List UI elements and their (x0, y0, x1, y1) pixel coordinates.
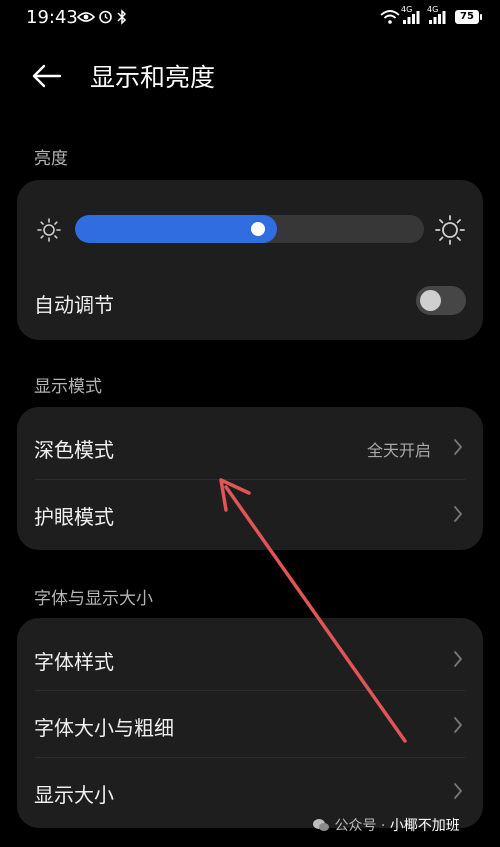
brightness-high-icon (435, 215, 465, 245)
brightness-slider-fill (75, 215, 277, 243)
dark-mode-label: 深色模式 (34, 438, 114, 462)
auto-brightness-label: 自动调节 (34, 293, 114, 317)
back-button[interactable] (30, 58, 70, 94)
wifi-icon (380, 10, 400, 24)
section-label-font-display: 字体与显示大小 (34, 589, 153, 609)
font-size-weight-row[interactable]: 字体大小与粗细 (17, 690, 483, 757)
chevron-right-icon (454, 506, 462, 522)
brightness-slider[interactable] (75, 215, 424, 243)
battery-icon: 75 (455, 10, 482, 24)
font-style-row[interactable]: 字体样式 (17, 618, 483, 690)
brightness-low-icon (37, 218, 61, 242)
eye-comfort-label: 护眼模式 (34, 505, 114, 529)
display-size-label: 显示大小 (34, 783, 114, 807)
status-time: 19:43 (26, 7, 78, 28)
font-size-weight-label: 字体大小与粗细 (34, 716, 174, 740)
signal-icon (429, 11, 446, 24)
watermark: 公众号 · 小椰不加班 (312, 815, 460, 835)
eye-comfort-row[interactable]: 护眼模式 (17, 479, 483, 550)
eye-icon (77, 12, 95, 22)
status-bar: 19:43 4G 4G 75 (0, 0, 500, 36)
section-label-brightness: 亮度 (34, 149, 68, 169)
chevron-right-icon (454, 717, 462, 733)
chevron-right-icon (454, 439, 462, 455)
bluetooth-icon (117, 9, 127, 25)
wechat-icon (313, 819, 329, 831)
page-title: 显示和亮度 (90, 63, 216, 92)
alarm-icon (99, 10, 112, 24)
auto-brightness-toggle-knob[interactable] (420, 290, 441, 311)
font-style-label: 字体样式 (34, 650, 114, 674)
chevron-right-icon (454, 783, 462, 799)
dark-mode-row[interactable]: 深色模式 全天开启 (17, 407, 483, 479)
chevron-right-icon (454, 651, 462, 667)
watermark-prefix: 公众号 · (334, 818, 390, 834)
back-arrow-icon (32, 64, 62, 88)
brightness-slider-thumb[interactable] (251, 222, 265, 236)
section-label-display-mode: 显示模式 (34, 377, 102, 397)
dark-mode-value: 全天开启 (367, 441, 432, 460)
signal-icon (403, 11, 420, 24)
watermark-brand: 小椰不加班 (389, 818, 460, 834)
